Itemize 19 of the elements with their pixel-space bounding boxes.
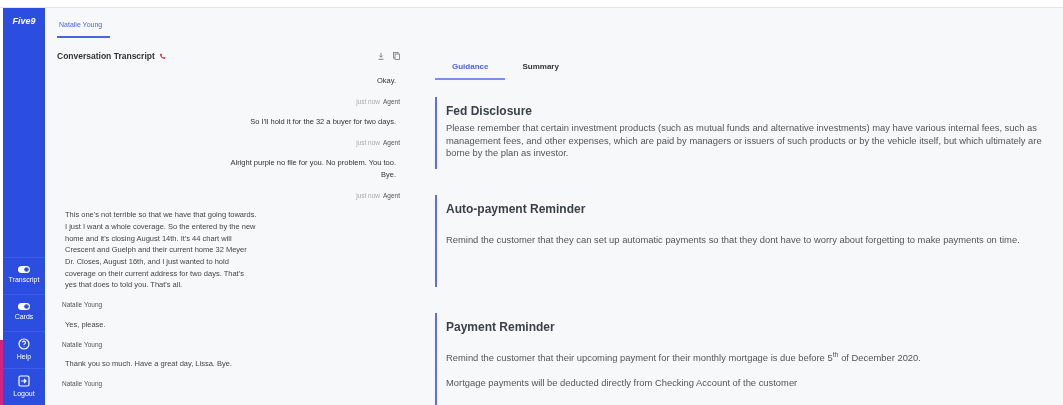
toggle-icon <box>18 303 30 311</box>
panel-tab[interactable]: Guidance <box>435 56 506 80</box>
download-icon[interactable] <box>378 52 384 60</box>
card-title: Payment Reminder <box>446 319 556 336</box>
copy-icon[interactable] <box>393 52 400 60</box>
card-text: Remind the customer that they can set up automatic payments so that they dont have to worry about forgetting to make payments on time. <box>446 234 1021 247</box>
transcript-title: Conversation Transcript <box>57 49 155 63</box>
logo: Five9 <box>11 15 37 29</box>
help-icon <box>18 337 30 350</box>
card-text: Mortgage payments will be deducted directly from Checking Account of the customer <box>446 376 799 390</box>
panel-tab[interactable]: Summary <box>505 56 576 80</box>
accent-strip <box>0 340 3 405</box>
card-title: Auto-payment Reminder <box>446 201 587 218</box>
phone-icon <box>158 52 166 60</box>
card-text: Remind the customer that their upcoming payment for their monthly mortgage is due before 5$^{th}$ of December 2020. <box>446 352 922 365</box>
logout-icon <box>18 374 30 387</box>
toggle-icon <box>18 266 30 274</box>
card-title: Fed Disclosure <box>446 103 534 120</box>
card-text: Please remember that certain investment products (such as mutual funds and alternative investments) may have various internal fees, such as management fees, and other expenses, which are paid by managers or issuers of such products or by the vehicle itself, but which ultimately are borne by the plan as investor. <box>446 122 1043 160</box>
